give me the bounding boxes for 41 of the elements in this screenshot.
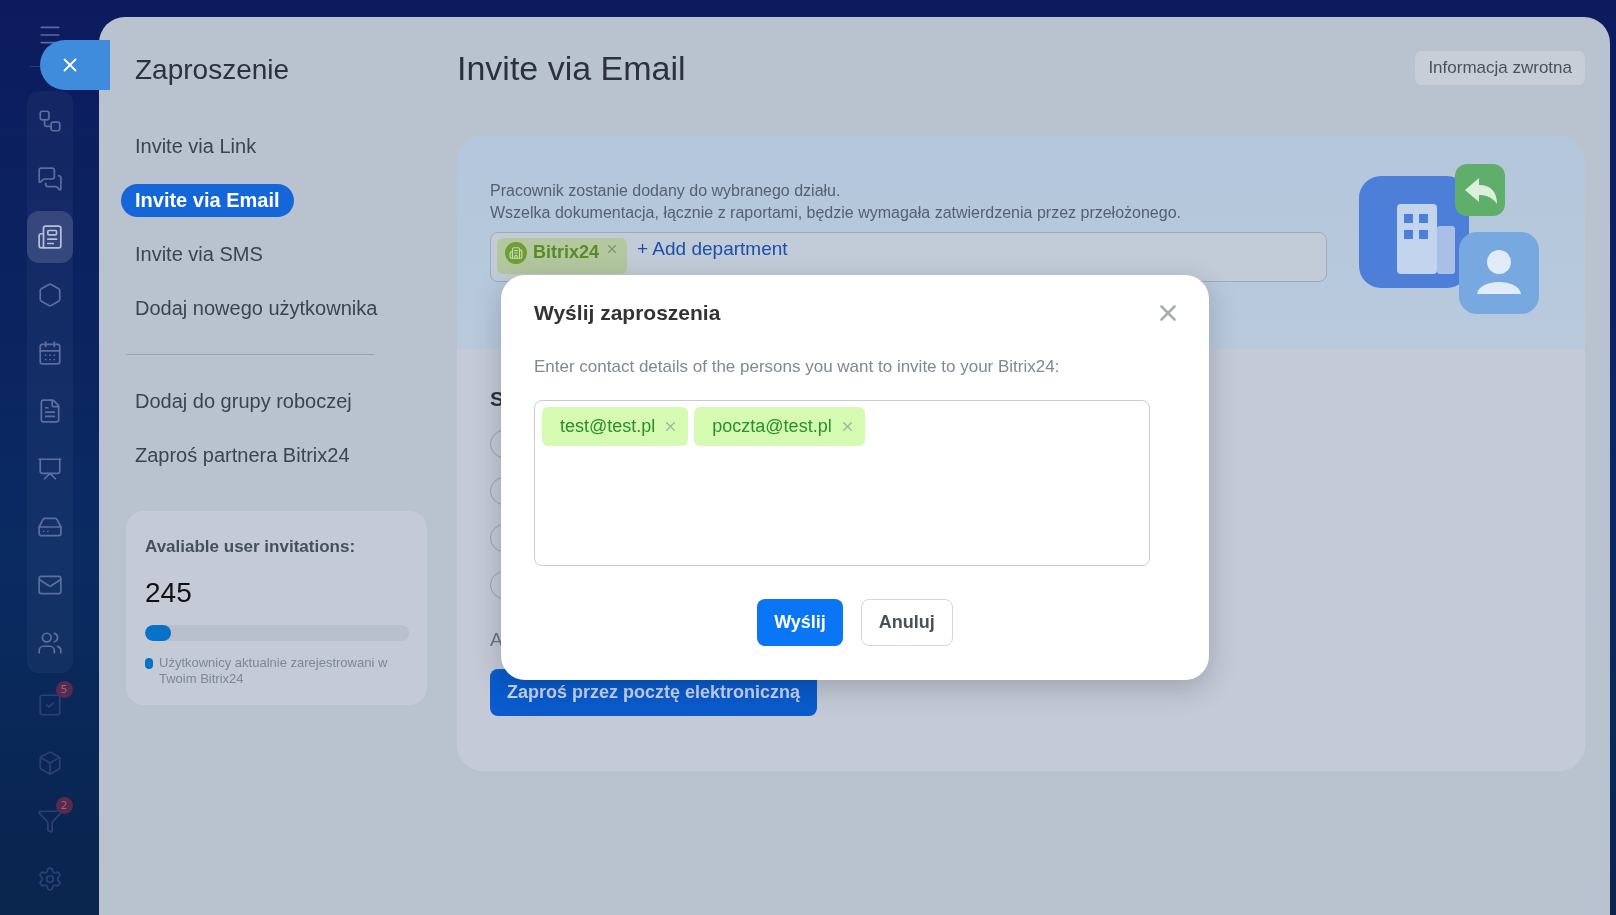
feedback-button[interactable]: Informacja zwrotna [1415,51,1585,85]
building-icon [505,242,527,264]
settings-icon [36,866,63,892]
recipients-field[interactable]: test@test.pl poczta@test.pl [534,400,1150,566]
legend-text: Użytkownicy aktualnie zarejestrowani w Twoim Bitrix24 [159,655,389,687]
nav-item[interactable]: Dodaj nowego użytkownika [121,292,392,325]
nav-item[interactable]: Dodaj do grupy roboczej [121,385,366,418]
cancel-button[interactable]: Anuluj [860,599,953,646]
nav-item[interactable]: Zaproś partnera Bitrix24 [121,439,364,472]
box-icon [36,750,63,776]
add-department-link[interactable]: + Add department [637,238,788,260]
checkbox-icon [36,692,63,718]
department-field[interactable]: Bitrix24 + Add department [490,232,1327,282]
hexagon-icon [36,282,63,308]
mail-icon [36,572,63,598]
chat-icon [36,166,63,192]
users-icon [36,630,63,656]
recipient-email: test@test.pl [560,416,656,437]
dialog-title: Wyślij zaproszenia [534,301,721,325]
close-button[interactable] [40,40,110,90]
page-title: Invite via Email [457,49,686,88]
nav-item[interactable]: Invite via Link [121,130,271,163]
description-text: Wszelka dokumentacja, łącznie z raportami, będzie wymagała zatwierdzenia przez przełożonego. [490,203,1182,223]
panel-title: Zaproszenie [135,54,291,86]
count-badge: 5 [55,681,73,698]
invitation-count: 245 [145,577,193,609]
description-text: Pracownik zostanie dodany do wybranego działu. [490,181,842,201]
send-button[interactable]: Wyślij [757,599,843,646]
drive-icon [36,514,63,540]
calendar-icon [36,340,63,366]
filter-icon [36,808,63,834]
nav-item[interactable]: Invite via SMS [121,238,277,271]
recipient-email: poczta@test.pl [712,416,832,437]
workflow-icon [36,108,63,134]
dialog-hint: Enter contact details of the persons you want to invite to your Bitrix24: [534,357,1061,377]
count-badge: 2 [55,797,73,814]
card-title: Avaliable user invitations: [145,537,357,557]
newspaper-icon [36,224,63,250]
presentation-icon [36,456,63,482]
department-label: Bitrix24 [533,242,600,263]
nav-item[interactable]: Invite via Email [121,184,294,217]
